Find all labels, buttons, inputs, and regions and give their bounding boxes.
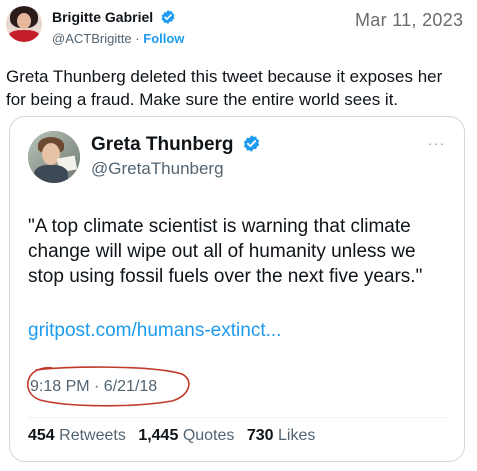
stats-divider [28, 417, 448, 418]
follow-button[interactable]: Follow [143, 31, 184, 46]
quoted-tweet-timestamp[interactable]: 9:18 PM · 6/21/18 [30, 378, 157, 396]
verified-badge-icon [161, 10, 175, 24]
avatar-shirt [8, 30, 40, 42]
quoted-author-name-row[interactable]: Greta Thunberg [91, 134, 261, 156]
quoted-author-name[interactable]: Greta Thunberg [91, 134, 234, 155]
likes-count: 730 [246, 427, 274, 444]
quoted-tweet-link[interactable]: gritpost.com/humans-extinct... [28, 320, 281, 342]
quotes-stat[interactable]: 1,445 Quotes [138, 427, 239, 444]
more-options-icon[interactable]: ··· [428, 135, 445, 151]
author-avatar[interactable] [6, 6, 42, 42]
quoted-author-handle[interactable]: @GretaThunberg [91, 159, 224, 179]
likes-label: Likes [278, 427, 316, 444]
separator-dot: · [135, 31, 140, 46]
tweet-text: Greta Thunberg deleted this tweet becaus… [6, 67, 443, 109]
retweets-count: 454 [28, 427, 55, 444]
author-handle[interactable]: @ACTBrigitte [52, 31, 132, 46]
quotes-label: Quotes [182, 427, 235, 444]
avatar-face [17, 13, 31, 29]
likes-stat[interactable]: 730 Likes [247, 427, 316, 444]
author-name-row[interactable]: Brigitte Gabriel [52, 9, 176, 25]
quoted-author-avatar[interactable] [28, 131, 80, 183]
retweets-stat[interactable]: 454 Retweets [28, 427, 130, 444]
date-stamp: Mar 11, 2023 [355, 10, 464, 30]
avatar-body [34, 165, 68, 183]
quoted-tweet-card[interactable]: Greta Thunberg @GretaThunberg ··· "A top… [9, 116, 465, 462]
author-name[interactable]: Brigitte Gabriel [52, 9, 153, 25]
retweets-label: Retweets [59, 427, 126, 444]
engagement-stats: 454 Retweets 1,445 Quotes 730 Likes [28, 427, 323, 445]
quotes-count: 1,445 [138, 427, 179, 444]
verified-badge-icon [243, 135, 259, 152]
quoted-tweet-text: "A top climate scientist is warning that… [28, 216, 423, 287]
handle-row: @ACTBrigitte · Follow [52, 31, 184, 46]
